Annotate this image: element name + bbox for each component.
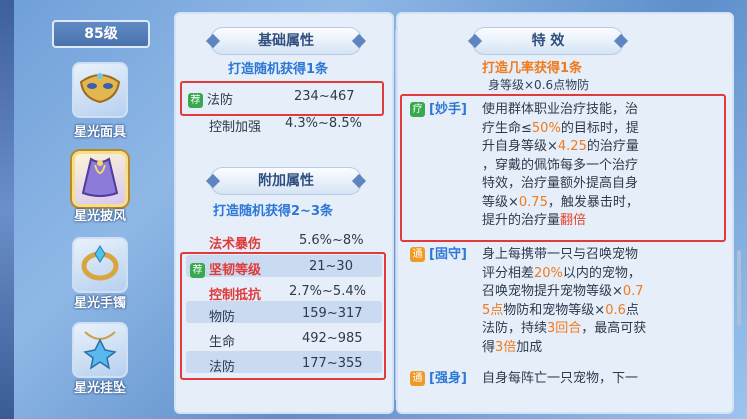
item-bracelet[interactable]: [72, 237, 128, 293]
attr-name: 控制加强: [209, 120, 262, 135]
left-edge-strip: [0, 0, 14, 419]
heal-badge: 疗: [410, 102, 425, 117]
mask-icon: [77, 68, 123, 112]
effect-description: 自身每阵亡一只宠物，下一: [482, 371, 639, 386]
panel-divider: [395, 30, 396, 400]
bracelet-icon: [77, 242, 123, 288]
effect-item: 通 [固守] 身上每携带一只与召唤宠物 评分相差20%以内的宠物， 召唤宠物提升宠…: [410, 246, 730, 366]
effect-text-partial: 身等级×0.6点物防: [488, 78, 590, 92]
effects-title: 特 效: [472, 27, 624, 55]
effect-description: 使用群体职业治疗技能，治 疗生命≤50%的目标时，提 升自身等级×4.25的治疗…: [482, 102, 639, 228]
effect-name: [妙手]: [429, 102, 467, 117]
attr-name: 控制抵抗: [209, 288, 262, 303]
attr-name: 坚韧等级: [209, 263, 262, 278]
effect-item: 通 [强身] 自身每阵亡一只宠物，下一: [410, 370, 730, 390]
attr-name: 法防: [207, 93, 234, 108]
pendant-icon: [77, 326, 123, 374]
item-label: 星光披风: [73, 209, 126, 224]
recommend-badge: 荐: [190, 263, 205, 278]
attr-name: 法术暴伤: [209, 237, 262, 252]
item-label: 星光挂坠: [73, 381, 126, 396]
effect-name: [固守]: [429, 247, 467, 262]
attr-value: 177~355: [302, 356, 363, 371]
attr-value: 2.7%~5.4%: [289, 284, 366, 299]
effect-item: 疗 [妙手] 使用群体职业治疗技能，治 疗生命≤50%的目标时，提 升自身等级×4…: [410, 101, 730, 236]
attr-name: 物防: [209, 310, 236, 325]
effects-subtitle: 打造几率获得1条: [482, 61, 583, 76]
extra-attributes-title: 附加属性: [210, 167, 362, 195]
general-badge: 通: [410, 247, 425, 262]
basic-attributes-title: 基础属性: [210, 27, 362, 55]
attr-value: 492~985: [302, 331, 363, 346]
attr-value: 4.3%~8.5%: [285, 116, 362, 131]
basic-attributes-subtitle: 打造随机获得1条: [228, 62, 329, 77]
level-tab[interactable]: 85级: [52, 20, 150, 48]
attr-value: 5.6%~8%: [299, 233, 364, 248]
general-badge: 通: [410, 371, 425, 386]
attr-name: 法防: [209, 360, 236, 375]
item-pendant[interactable]: [72, 322, 128, 378]
attr-value: 234~467: [294, 89, 355, 104]
item-mask[interactable]: [72, 62, 128, 118]
cape-icon: [77, 155, 123, 203]
attr-name: 生命: [209, 335, 236, 350]
item-label: 星光手镯: [73, 296, 126, 311]
item-cape[interactable]: [72, 151, 128, 207]
item-label: 星光面具: [73, 125, 126, 140]
scrollbar[interactable]: [737, 250, 741, 326]
extra-attributes-subtitle: 打造随机获得2~3条: [213, 204, 333, 219]
attr-value: 21~30: [309, 259, 353, 274]
effect-name: [强身]: [429, 371, 467, 386]
recommend-badge: 荐: [188, 93, 203, 108]
attr-value: 159~317: [302, 306, 363, 321]
effect-description: 身上每携带一只与召唤宠物 评分相差20%以内的宠物， 召唤宠物提升宠物等级×0.…: [482, 247, 647, 355]
